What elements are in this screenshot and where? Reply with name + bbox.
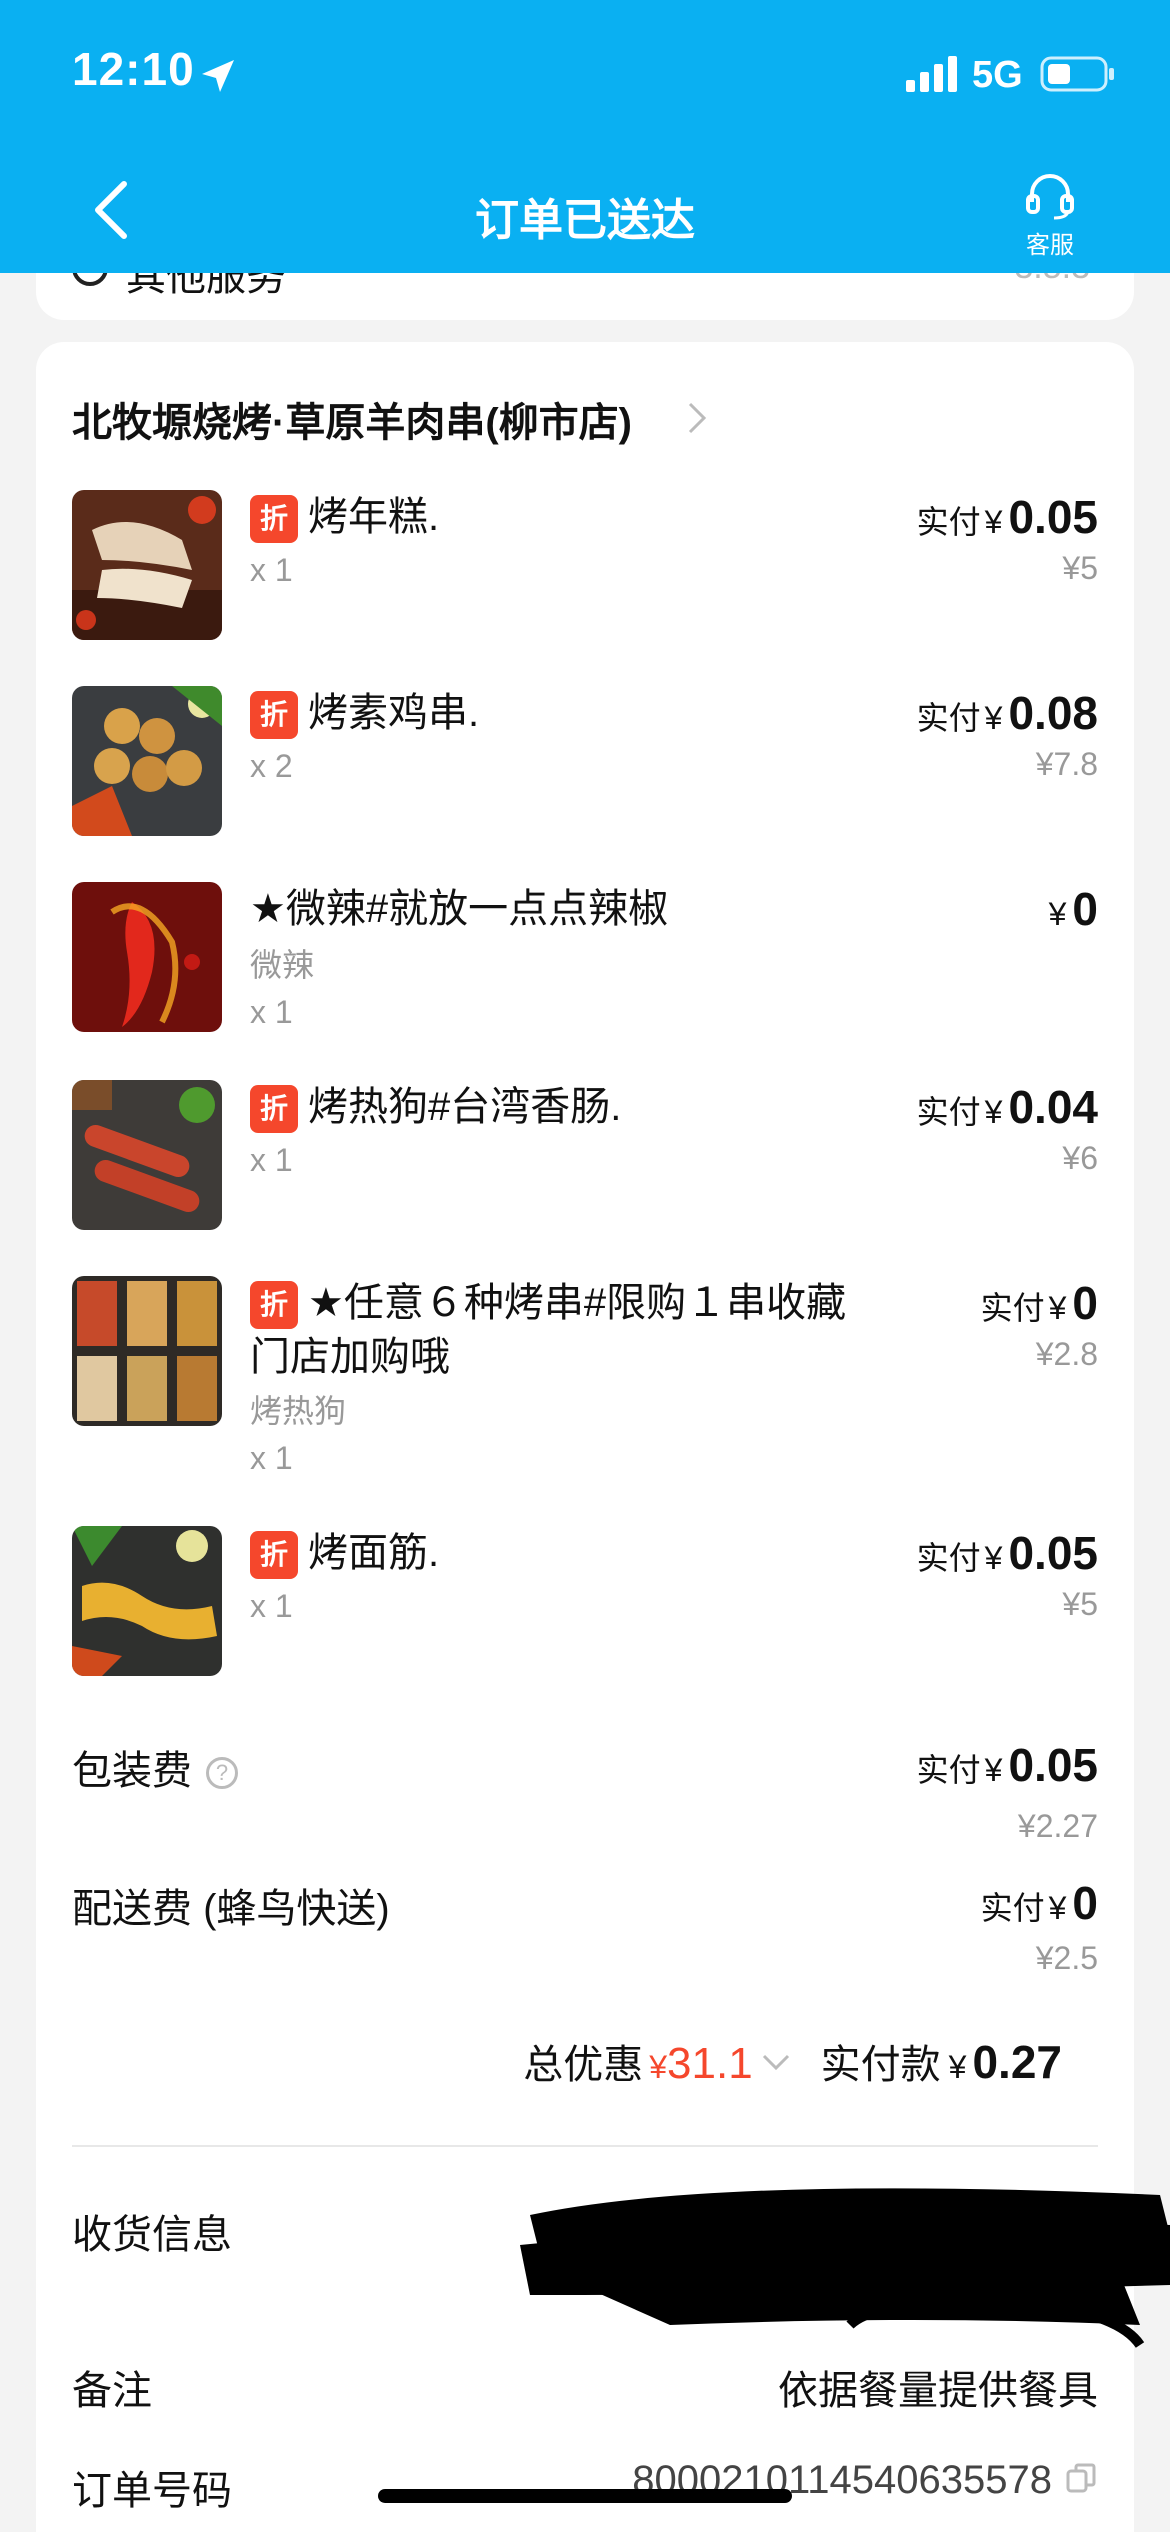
item-thumbnail	[72, 882, 222, 1032]
delivery-fee-row: 配送费 (蜂鸟快送) 实付 ¥0 ¥2.5	[72, 1876, 1098, 1986]
redaction-scribble	[520, 2188, 1170, 2349]
item-price: 实付 ¥0.04	[916, 1081, 1098, 1133]
discount-tag: 折	[250, 1531, 298, 1579]
total-discount-value: 31.1	[667, 2039, 753, 2088]
battery-icon	[1040, 56, 1114, 92]
item-original-price: ¥5	[1062, 550, 1098, 586]
order-number-row: 订单号码 8000210114540635578	[72, 2458, 1098, 2518]
copy-icon[interactable]	[1064, 2461, 1098, 2495]
item-thumbnail	[72, 1276, 222, 1426]
order-item[interactable]: 折 ★任意６种烤串#限购１串收藏门店加购哦 烤热狗 x 1 实付 ¥0 ¥2.8	[72, 1276, 1098, 1486]
remark-label: 备注	[72, 2369, 152, 2413]
delivery-fee-price: 实付 ¥0	[980, 1877, 1098, 1929]
packaging-fee-label: 包装费?	[72, 1738, 238, 1796]
item-spec: 微辣	[250, 947, 315, 983]
item-quantity: x 1	[250, 994, 293, 1030]
paid-amount-label: 实付款	[820, 2043, 941, 2087]
item-original-price: ¥7.8	[1035, 746, 1098, 782]
item-thumbnail	[72, 686, 222, 836]
location-arrow-icon	[202, 60, 234, 92]
item-price: ¥0	[1048, 883, 1098, 935]
item-original-price: ¥6	[1062, 1140, 1098, 1176]
home-indicator[interactable]	[378, 2489, 792, 2503]
order-item[interactable]: ★微辣#就放一点点辣椒 微辣 x 1 ¥0	[72, 882, 1098, 1082]
item-original-price: ¥5	[1062, 1586, 1098, 1622]
item-thumbnail	[72, 1080, 222, 1230]
customer-service-button[interactable]: 客服	[1010, 172, 1090, 260]
discount-tag: 折	[250, 1085, 298, 1133]
item-price: 实付 ¥0.05	[916, 491, 1098, 543]
remark-row: 备注 依据餐量提供餐具	[72, 2358, 1098, 2418]
paid-amount-value: 0.27	[972, 2036, 1062, 2088]
chevron-right-icon[interactable]	[686, 400, 708, 436]
item-name: 折烤面筋.	[250, 1526, 810, 1580]
packaging-fee-row: 包装费? 实付 ¥0.05 ¥2.27	[72, 1738, 1098, 1848]
customer-service-label: 客服	[1026, 232, 1074, 259]
item-name: 折烤年糕.	[250, 490, 810, 544]
order-number-label: 订单号码	[72, 2469, 232, 2513]
order-item[interactable]: 折烤素鸡串. x 2 实付 ¥0.08 ¥7.8	[72, 686, 1098, 846]
chevron-down-icon[interactable]	[761, 2052, 791, 2072]
item-name: ★微辣#就放一点点辣椒	[250, 887, 669, 931]
network-type: 5G	[972, 54, 1023, 96]
item-quantity: x 2	[250, 748, 293, 784]
remark-value: 依据餐量提供餐具	[778, 2369, 1098, 2413]
discount-tag: 折	[250, 495, 298, 543]
item-quantity: x 1	[250, 1588, 293, 1624]
item-thumbnail	[72, 1526, 222, 1676]
item-price: 实付 ¥0	[980, 1277, 1098, 1329]
packaging-fee-price: 实付 ¥0.05	[916, 1739, 1098, 1791]
item-price: 实付 ¥0.08	[916, 687, 1098, 739]
item-quantity: x 1	[250, 1142, 293, 1178]
status-bar: 12:10 5G	[0, 0, 1170, 150]
discount-tag: 折	[250, 1281, 298, 1329]
item-quantity: x 1	[250, 552, 293, 588]
item-spec: 烤热狗	[250, 1393, 347, 1429]
packaging-fee-original: ¥2.27	[1017, 1808, 1098, 1844]
discount-tag: 折	[250, 691, 298, 739]
item-name: 折 ★任意６种烤串#限购１串收藏门店加购哦	[250, 1281, 847, 1379]
item-name: 折烤素鸡串.	[250, 686, 810, 740]
item-original-price: ¥2.8	[1035, 1336, 1098, 1372]
delivery-fee-original: ¥2.5	[1035, 1940, 1098, 1976]
order-summary: 总优惠 ¥31.1 实付款 ¥0.27	[523, 2036, 1062, 2088]
divider	[72, 2145, 1098, 2147]
item-thumbnail	[72, 490, 222, 640]
delivery-fee-label: 配送费 (蜂鸟快送)	[72, 1887, 390, 1931]
status-time: 12:10	[72, 43, 195, 95]
help-icon[interactable]: ?	[206, 1757, 238, 1789]
header-bar: 12:10 5G 订单已送达 客服	[0, 0, 1170, 273]
navigation-bar: 订单已送达 客服	[0, 150, 1170, 273]
item-price: 实付 ¥0.05	[916, 1527, 1098, 1579]
item-quantity: x 1	[250, 1440, 293, 1476]
order-item[interactable]: 折烤年糕. x 1 实付 ¥0.05 ¥5	[72, 490, 1098, 650]
order-item[interactable]: 折烤热狗#台湾香肠. x 1 实付 ¥0.04 ¥6	[72, 1080, 1098, 1240]
headset-icon	[1026, 174, 1074, 220]
delivery-info-label: 收货信息	[72, 2213, 232, 2257]
total-discount-label: 总优惠	[523, 2043, 644, 2087]
cellular-signal-icon	[906, 56, 957, 92]
item-name: 折烤热狗#台湾香肠.	[250, 1080, 810, 1134]
order-item[interactable]: 折烤面筋. x 1 实付 ¥0.05 ¥5	[72, 1526, 1098, 1686]
shop-name[interactable]: 北牧塬烧烤·草原羊肉串(柳市店)	[72, 390, 632, 448]
page-title: 订单已送达	[475, 196, 695, 245]
